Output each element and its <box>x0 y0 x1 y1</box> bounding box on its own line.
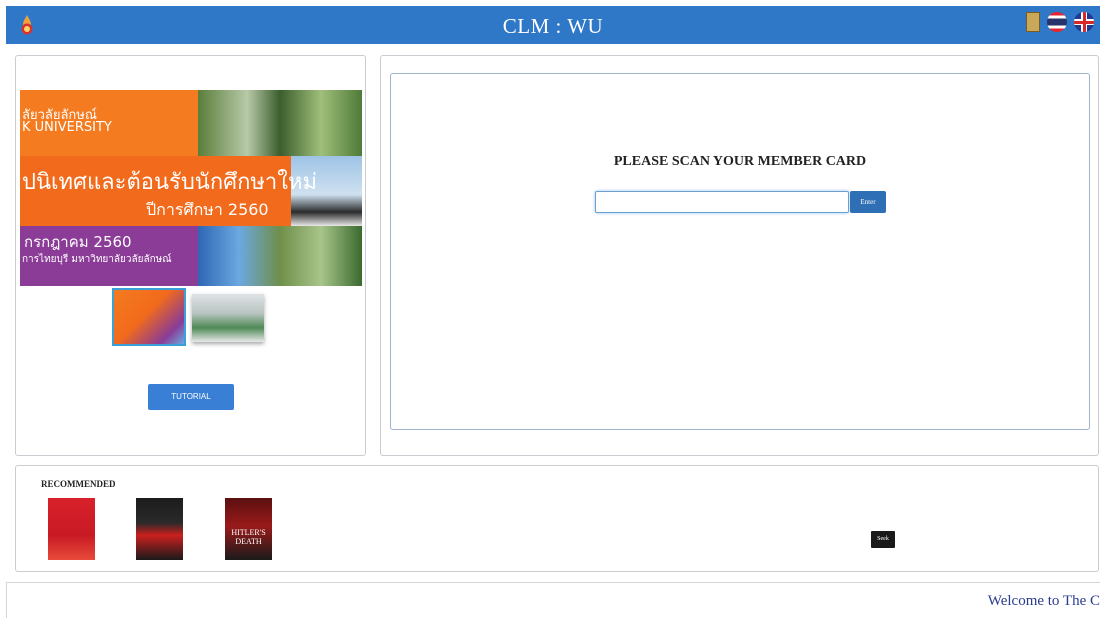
slideshow-panel: ลัยวลัยลักษณ์ K UNIVERSITY ปนิเทศและต้อน… <box>15 55 366 456</box>
banner-text-venue: การไทยบุรี มหาวิทยาลัยวลัยลักษณ์ <box>22 254 172 265</box>
recommended-book-2[interactable] <box>136 498 183 560</box>
scan-instruction: PLEASE SCAN YOUR MEMBER CARD <box>613 154 867 169</box>
welcome-marquee: Welcome to The C <box>987 593 1100 609</box>
footer-ticker: Welcome to The C <box>6 582 1100 618</box>
language-switcher <box>1023 12 1094 36</box>
recommended-panel: RECOMMENDED HITLER'S DEATH Seek <box>15 465 1099 572</box>
thai-flag-icon[interactable] <box>1047 12 1067 32</box>
member-card-input[interactable] <box>595 191 849 213</box>
scan-panel: PLEASE SCAN YOUR MEMBER CARD Enter <box>380 55 1099 456</box>
seek-button[interactable]: Seek <box>871 531 895 548</box>
scan-box: PLEASE SCAN YOUR MEMBER CARD Enter <box>390 73 1090 430</box>
recommended-title: RECOMMENDED <box>41 479 116 489</box>
banner-text-university-en: K UNIVERSITY <box>22 120 112 135</box>
slide-thumbnail-1[interactable] <box>112 288 186 346</box>
slideshow-banner[interactable]: ลัยวลัยลักษณ์ K UNIVERSITY ปนิเทศและต้อน… <box>20 90 362 286</box>
uk-flag-icon[interactable] <box>1074 12 1094 32</box>
book-icon[interactable] <box>1026 12 1040 32</box>
recommended-book-1[interactable] <box>48 498 95 560</box>
header-bar: CLM : WU <box>6 6 1100 44</box>
banner-photo-building <box>198 226 362 286</box>
banner-photo-students <box>198 90 362 156</box>
banner-text-academic-year: ปีการศึกษา 2560 <box>146 200 269 219</box>
banner-text-date: กรกฎาคม 2560 <box>24 233 132 251</box>
slide-thumbnail-2[interactable] <box>192 294 264 342</box>
banner-text-orientation: ปนิเทศและต้อนรับนักศึกษาใหม่ <box>22 170 318 195</box>
app-title: CLM : WU <box>502 14 604 38</box>
book-3-label: HITLER'S DEATH <box>231 528 266 546</box>
tutorial-button[interactable]: TUTORIAL <box>148 384 234 410</box>
recommended-book-3[interactable]: HITLER'S DEATH <box>225 498 272 560</box>
enter-button[interactable]: Enter <box>850 191 886 213</box>
